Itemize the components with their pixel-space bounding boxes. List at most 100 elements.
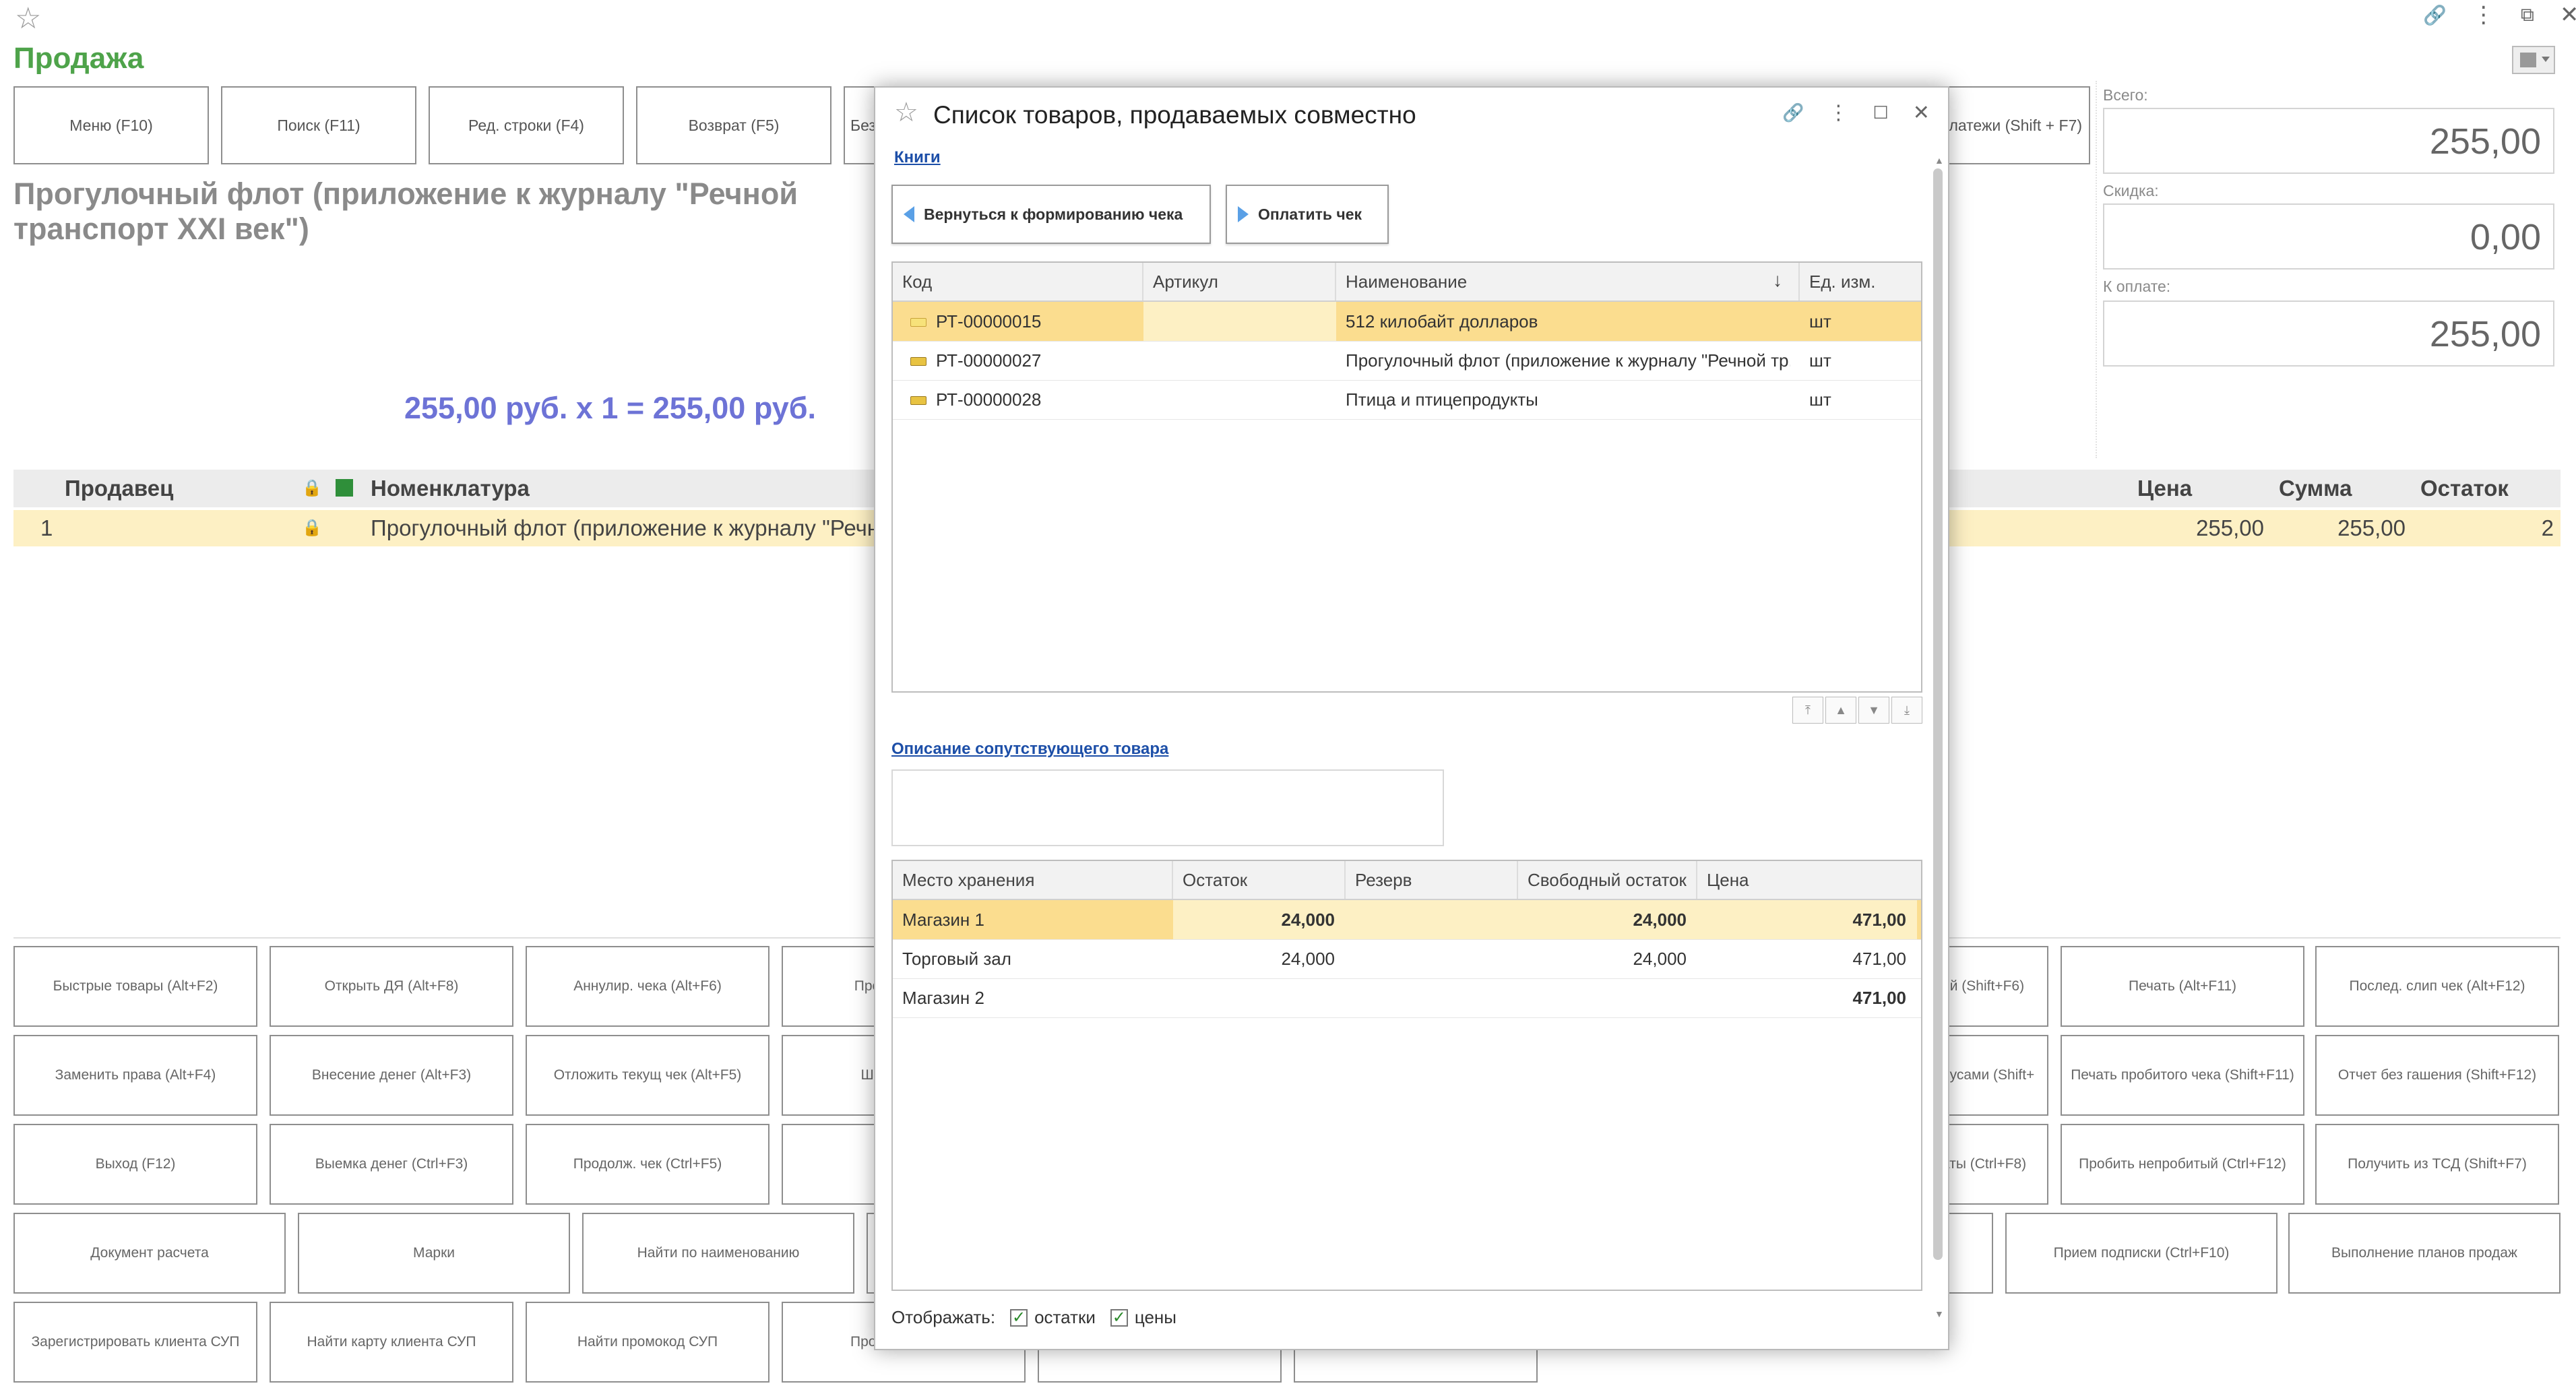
col-price[interactable]: Цена (2137, 470, 2192, 507)
col-sum[interactable]: Сумма (2279, 470, 2352, 507)
col-reserve[interactable]: Резерв (1346, 861, 1518, 899)
col-name[interactable]: Наименование (1336, 263, 1800, 300)
table-row[interactable]: РТ-00000028 Птица и птицепродукты шт (893, 380, 1921, 420)
cell-stock: 24,000 (1281, 949, 1335, 969)
cell-code: РТ-00000015 (936, 311, 1042, 331)
col-free-stock[interactable]: Свободный остаток (1518, 861, 1697, 899)
display-settings-icon[interactable] (2512, 46, 2555, 74)
hotkey-find-promocode[interactable]: Найти промокод СУП (526, 1302, 769, 1383)
table-row[interactable]: Магазин 2 471,00 (893, 978, 1921, 1018)
return-button[interactable]: Возврат (F5) (636, 86, 831, 164)
hotkey-marks[interactable]: Марки (298, 1213, 570, 1294)
hotkey-row2-right-partial[interactable]: нусами (Shift+ (1941, 1035, 2048, 1116)
col-seller[interactable]: Продавец (65, 470, 173, 507)
price-calculation: 255,00 руб. х 1 = 255,00 руб. (404, 391, 817, 425)
hotkey-row2-partial[interactable]: Штр (782, 1035, 889, 1116)
cell-stock (1173, 978, 1335, 1017)
hotkey-get-from-tsd[interactable]: Получить из ТСД (Shift+F7) (2315, 1124, 2559, 1205)
cell-code: РТ-00000027 (936, 350, 1042, 371)
scroll-up-icon[interactable]: ▲ (1825, 697, 1856, 724)
table-row[interactable]: Торговый зал 24,000 24,000 471,00 (893, 939, 1921, 979)
search-button[interactable]: Поиск (F11) (221, 86, 416, 164)
cell-code: РТ-00000028 (936, 389, 1042, 410)
col-unit[interactable]: Ед. изм. (1800, 263, 1921, 300)
table-row[interactable]: Магазин 1 24,000 24,000 471,00 (893, 900, 1921, 940)
hotkey-find-client-card[interactable]: Найти карту клиента СУП (270, 1302, 513, 1383)
pay-field: 255,00 (2103, 300, 2554, 367)
back-to-check-button[interactable]: Вернуться к формированию чека (891, 185, 1211, 244)
scroll-down-arrow-icon[interactable]: ▼ (1935, 1308, 1944, 1319)
hotkey-cash-out[interactable]: Выемка денег (Ctrl+F3) (270, 1124, 513, 1205)
cell-stock: 24,000 (1173, 900, 1346, 939)
hotkey-payment-document[interactable]: Документ расчета (13, 1213, 286, 1294)
hotkey-subscription[interactable]: Прием подписки (Ctrl+F10) (2005, 1213, 2277, 1294)
cell-free: 24,000 (1518, 900, 1697, 939)
col-stock[interactable]: Остаток (1173, 861, 1346, 899)
table-row[interactable]: РТ-00000015 512 килобайт долларов шт (893, 302, 1921, 342)
dialog-more-icon[interactable]: ⋮ (1828, 101, 1848, 125)
hotkey-cash-in[interactable]: Внесение денег (Alt+F3) (270, 1035, 513, 1116)
favorite-star-icon[interactable]: ☆ (15, 1, 41, 36)
hotkey-last-slip[interactable]: Послед. слип чек (Alt+F12) (2315, 946, 2559, 1027)
scroll-bottom-icon[interactable]: ⤓ (1891, 697, 1922, 724)
hotkey-replace-rights[interactable]: Заменить права (Alt+F4) (13, 1035, 257, 1116)
hotkey-row3-right-partial[interactable]: аты (Ctrl+F8) (1941, 1124, 2048, 1205)
row-sum: 255,00 (2337, 515, 2406, 540)
pay-check-button[interactable]: Оплатить чек (1226, 185, 1389, 244)
sort-down-icon[interactable]: ↓ (1773, 270, 1782, 291)
hotkey-continue-check[interactable]: Продолж. чек (Ctrl+F5) (526, 1124, 769, 1205)
col-article[interactable]: Артикул (1143, 263, 1336, 300)
dialog-scrollbar[interactable] (1933, 168, 1943, 1260)
hotkey-print[interactable]: Печать (Alt+F11) (2061, 946, 2304, 1027)
link-icon[interactable]: 🔗 (2423, 4, 2447, 26)
hotkey-row1-partial[interactable]: Прод (782, 946, 889, 1027)
goods-tag-icon (910, 357, 926, 366)
cell-price: 471,00 (1852, 949, 1906, 969)
hotkey-sales-plans[interactable]: Выполнение планов продаж (2288, 1213, 2561, 1294)
dialog-favorite-icon[interactable]: ☆ (894, 97, 918, 128)
product-name: Прогулочный флот (приложение к журналу "… (13, 177, 798, 246)
more-icon[interactable]: ⋮ (2472, 1, 2495, 28)
col-storage-place[interactable]: Место хранения (893, 861, 1173, 899)
companion-description-field[interactable] (891, 769, 1444, 846)
hotkey-postpone-check[interactable]: Отложить текущ чек (Alt+F5) (526, 1035, 769, 1116)
hotkey-register-client[interactable]: Зарегистрировать клиента СУП (13, 1302, 257, 1383)
hotkey-open-dya[interactable]: Открыть ДЯ (Alt+F8) (270, 946, 513, 1027)
col-code[interactable]: Код (893, 263, 1143, 300)
hotkey-quick-goods[interactable]: Быстрые товары (Alt+F2) (13, 946, 257, 1027)
menu-button[interactable]: Меню (F10) (13, 86, 209, 164)
edit-row-button[interactable]: Ред. строки (F4) (429, 86, 624, 164)
display-options: Отображать: ✓ остатки ✓ цены (891, 1307, 1176, 1328)
dialog-close-icon[interactable]: ✕ (1913, 101, 1930, 125)
hotkey-find-by-name[interactable]: Найти по наименованию (582, 1213, 854, 1294)
checkbox-prices[interactable]: ✓ (1110, 1308, 1128, 1327)
companion-description-link[interactable]: Описание сопутствующего товара (891, 740, 1168, 759)
hotkey-report-no-clear[interactable]: Отчет без гашения (Shift+F12) (2315, 1035, 2559, 1116)
discount-field: 0,00 (2103, 203, 2554, 270)
hotkey-print-check[interactable]: Печать пробитого чека (Shift+F11) (2061, 1035, 2304, 1116)
col-nomenclature[interactable]: Номенклатура (371, 470, 530, 507)
hotkey-cancel-check[interactable]: Аннулир. чека (Alt+F6) (526, 946, 769, 1027)
table-row[interactable]: РТ-00000027 Прогулочный флот (приложение… (893, 341, 1921, 381)
group-link-books[interactable]: Книги (894, 148, 941, 167)
discount-label: Скидка: (2103, 182, 2159, 199)
scroll-down-icon[interactable]: ▼ (1858, 697, 1889, 724)
col-price[interactable]: Цена (1697, 861, 1921, 899)
payments-button[interactable]: платежи (Shift + F7) (1941, 86, 2090, 164)
cell-unit: шт (1809, 311, 1831, 331)
close-icon[interactable]: ✕ (2560, 1, 2576, 28)
checkbox-stock-label: остатки (1034, 1307, 1096, 1327)
cell-place: Магазин 2 (902, 988, 984, 1008)
scroll-up-arrow-icon[interactable]: ▲ (1935, 155, 1944, 166)
hotkey-row1-right-partial[interactable]: ий (Shift+F6) (1941, 946, 2048, 1027)
table-navigation: ⤒ ▲ ▼ ⤓ (1790, 697, 1922, 724)
dialog-link-icon[interactable]: 🔗 (1782, 102, 1804, 123)
hotkey-punch-unpunched[interactable]: Пробить непробитый (Ctrl+F12) (2061, 1124, 2304, 1205)
scroll-top-icon[interactable]: ⤒ (1792, 697, 1823, 724)
hotkey-exit[interactable]: Выход (F12) (13, 1124, 257, 1205)
checkbox-stock[interactable]: ✓ (1010, 1308, 1028, 1327)
col-stock[interactable]: Остаток (2420, 470, 2509, 507)
restore-icon[interactable]: ⧉ (2521, 4, 2534, 26)
hotkey-row3-partial[interactable]: В (782, 1124, 889, 1205)
dialog-maximize-icon[interactable]: ☐ (1873, 102, 1888, 123)
